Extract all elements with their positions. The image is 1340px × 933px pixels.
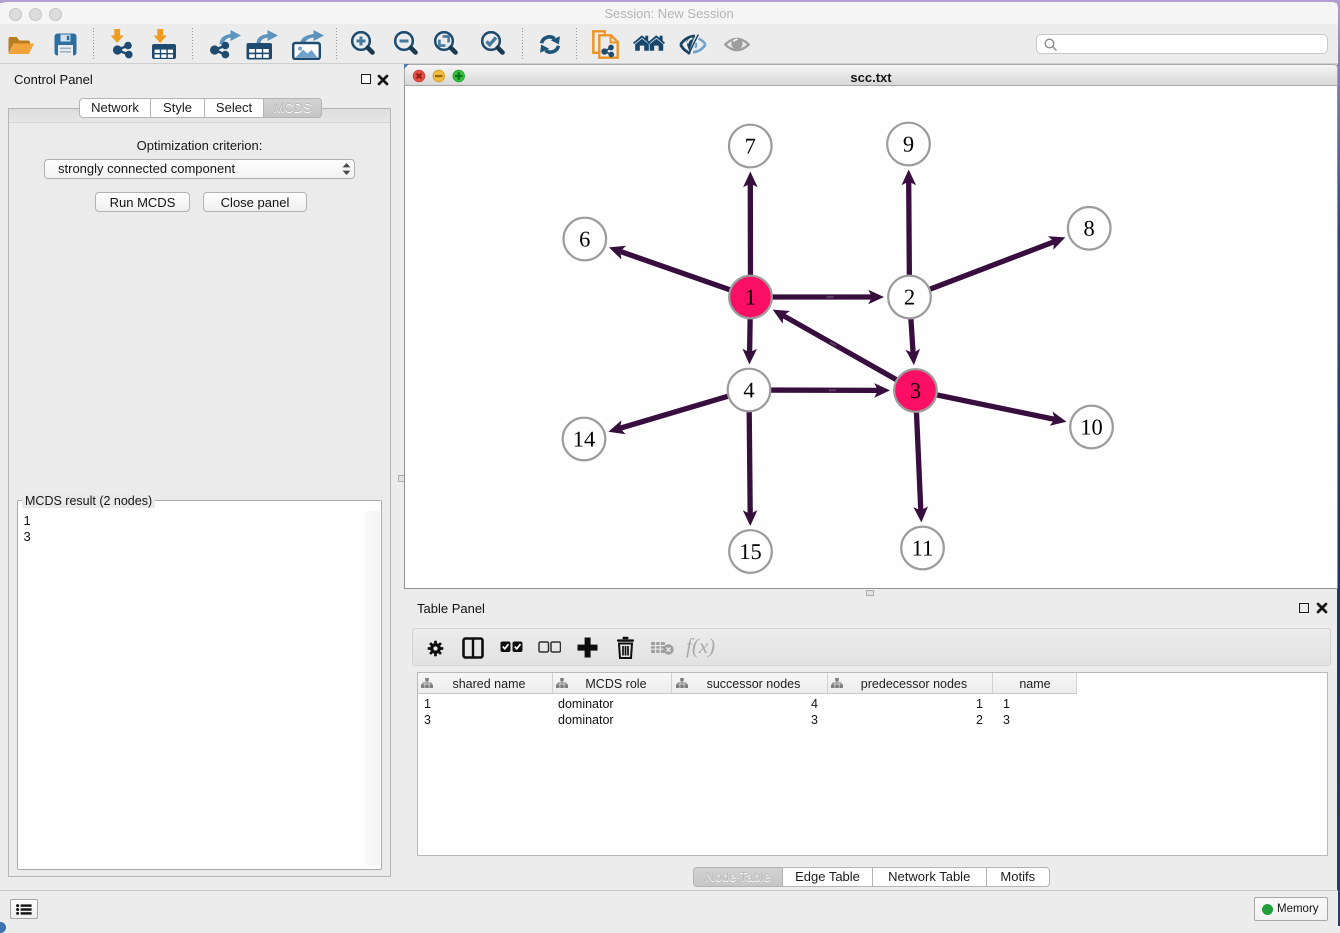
svg-text:8: 8 xyxy=(1084,216,1095,241)
svg-text:7: 7 xyxy=(745,133,756,158)
svg-text:11: 11 xyxy=(912,535,934,560)
svg-text:14: 14 xyxy=(573,426,596,451)
svg-text:3: 3 xyxy=(910,378,921,403)
svg-text:15: 15 xyxy=(739,539,762,564)
svg-text:1: 1 xyxy=(745,284,756,309)
svg-text:10: 10 xyxy=(1080,414,1103,439)
svg-text:4: 4 xyxy=(743,377,754,402)
svg-text:2: 2 xyxy=(904,284,915,309)
svg-text:6: 6 xyxy=(579,226,590,251)
svg-text:9: 9 xyxy=(903,131,914,156)
